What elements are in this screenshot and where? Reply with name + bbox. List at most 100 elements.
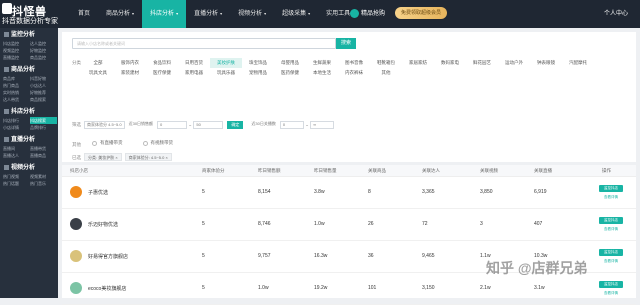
sidebar-item[interactable]: 抖店排行: [3, 117, 30, 124]
view-detail-link[interactable]: 查看详情: [604, 259, 618, 264]
sidebar-item[interactable]: 达人带货: [3, 96, 30, 103]
sidebar-item[interactable]: 热门音乐: [30, 180, 57, 187]
shop-name[interactable]: 子惠优选: [88, 189, 108, 196]
category-item[interactable]: 日用百货: [178, 58, 210, 68]
sales-confirm-button[interactable]: 确定: [227, 121, 244, 129]
sidebar-item[interactable]: 直播带货: [30, 145, 57, 152]
goods-grab-button[interactable]: 精品抢购: [350, 8, 385, 18]
category-item[interactable]: 家居家纺: [402, 58, 434, 68]
sidebar-item[interactable]: 视频监控: [3, 47, 30, 54]
score-select[interactable]: 商家体验分 4.5~5.0: [84, 121, 125, 129]
category-item[interactable]: 图书音像: [338, 58, 370, 68]
sidebar-item-active[interactable]: 抖店搜索: [30, 117, 57, 124]
sales-from-input[interactable]: 0: [157, 121, 188, 129]
category-item[interactable]: 运动户外: [498, 58, 530, 68]
sidebar-item[interactable]: 直播商品: [30, 152, 57, 159]
category-item[interactable]: 全部: [82, 58, 114, 68]
nav-goods-analysis[interactable]: 商品分析 ▾: [98, 0, 142, 28]
col-score[interactable]: 商家体验分: [202, 168, 225, 174]
category-item[interactable]: 宠物用品: [242, 68, 274, 78]
col-videos[interactable]: 关联视频: [480, 168, 498, 174]
view-detail-link[interactable]: 查看详情: [604, 291, 618, 296]
view-detail-link[interactable]: 查看详情: [604, 227, 618, 232]
category-item[interactable]: 生鲜蔬果: [306, 58, 338, 68]
search-button[interactable]: 搜索: [336, 38, 356, 49]
nav-live-analysis[interactable]: 直播分析 ▾: [186, 0, 230, 28]
chevron-down-icon: ▾: [220, 11, 223, 16]
col-volume[interactable]: 昨日销售量: [314, 168, 337, 174]
monitor-shop-button[interactable]: 监控抖店: [599, 249, 623, 256]
sidebar-item[interactable]: 小店详情: [3, 124, 30, 131]
nav-shop-analysis[interactable]: 抖店分析 ▾: [142, 0, 187, 28]
brand[interactable]: 抖怪兽 抖音数据分析专家: [0, 0, 62, 28]
fans-to-input[interactable]: ∞: [310, 121, 335, 129]
table-row[interactable]: 子惠优选 5 8,154 3.8w 8 3,365 3,850 6,919 监控抖店 查看详情: [62, 177, 636, 209]
sidebar-item[interactable]: 直播间: [3, 145, 30, 152]
sidebar-item[interactable]: 小店达人: [30, 82, 57, 89]
category-item[interactable]: 汽配摩托: [562, 58, 594, 68]
category-item[interactable]: 玩具乐器: [210, 68, 242, 78]
sidebar-item[interactable]: 直播达人: [3, 152, 30, 159]
sales-to-input[interactable]: 50: [193, 121, 224, 129]
sidebar-item[interactable]: 视频素材: [30, 173, 57, 180]
view-detail-link[interactable]: 查看详情: [604, 195, 618, 200]
sidebar-item[interactable]: 实时热销: [3, 89, 30, 96]
selected-tag[interactable]: 商家体验分: 4.5~5.0 ×: [124, 153, 172, 161]
col-sales[interactable]: 昨日销售额: [258, 168, 281, 174]
sidebar-item[interactable]: 好物监控: [30, 47, 57, 54]
category-item[interactable]: 食品饮料: [146, 58, 178, 68]
video-selling-radio[interactable]: 有视频带货: [142, 140, 173, 146]
category-item[interactable]: 服饰内衣: [114, 58, 146, 68]
category-item[interactable]: 鲜花园艺: [466, 58, 498, 68]
col-goods[interactable]: 关联商品: [368, 168, 386, 174]
live-selling-radio[interactable]: 有直播带货: [92, 140, 123, 146]
category-item[interactable]: 美妆护肤: [210, 58, 242, 68]
sidebar-item[interactable]: 热门商品: [3, 82, 30, 89]
category-item[interactable]: 鞋靴箱包: [370, 58, 402, 68]
other-label: 其他: [72, 142, 81, 147]
sidebar-item[interactable]: 商品监控: [30, 54, 57, 61]
fans-from-input[interactable]: 0: [279, 121, 304, 129]
category-item[interactable]: 家用电器: [178, 68, 210, 78]
category-item[interactable]: 数码家电: [434, 58, 466, 68]
shop-name[interactable]: 乐迈好物优选: [88, 221, 118, 228]
monitor-shop-button[interactable]: 监控抖店: [599, 217, 623, 224]
sidebar-item[interactable]: 品牌排行: [30, 124, 57, 131]
sidebar-item[interactable]: 商品搜索: [30, 96, 57, 103]
col-talents[interactable]: 关联达人: [422, 168, 440, 174]
category-item[interactable]: 珠宝饰品: [242, 58, 274, 68]
sidebar-item[interactable]: 商品库: [3, 75, 30, 82]
selected-tag[interactable]: 分类: 美妆护肤 ×: [84, 153, 122, 161]
monitor-shop-button[interactable]: 监控抖店: [599, 281, 623, 288]
shop-name[interactable]: 好易得官方旗舰店: [88, 253, 128, 260]
category-item[interactable]: 医疗保健: [146, 68, 178, 78]
category-item[interactable]: 医药保健: [274, 68, 306, 78]
nav-video-analysis[interactable]: 视频分析 ▾: [230, 0, 274, 28]
search-input[interactable]: 请输入小店名称或者关键词: [72, 38, 336, 49]
nav-home[interactable]: 首页: [70, 0, 98, 28]
shop-name[interactable]: ecoco美妆旗舰店: [88, 285, 126, 292]
sidebar-item[interactable]: 直播监控: [3, 54, 30, 61]
shop-avatar: [70, 250, 82, 262]
sidebar-item[interactable]: 达人监控: [30, 40, 57, 47]
sidebar-item[interactable]: 抖音好物: [30, 75, 57, 82]
sidebar-item[interactable]: 好物推荐: [30, 89, 57, 96]
sidebar-item[interactable]: 抖店监控: [3, 40, 30, 47]
category-item[interactable]: 母婴用品: [274, 58, 306, 68]
monitor-shop-button[interactable]: 监控抖店: [599, 185, 623, 192]
nav-super-collect[interactable]: 超级采集 ▾: [274, 0, 318, 28]
category-item[interactable]: 其他: [370, 68, 402, 78]
table-row[interactable]: 乐迈好物优选 5 8,746 1.0w 26 72 3 407 监控抖店 查看详情: [62, 209, 636, 241]
category-item[interactable]: 家装建材: [114, 68, 146, 78]
sidebar-item[interactable]: 热门话题: [3, 180, 30, 187]
cell-videos: 3,850: [480, 189, 493, 195]
user-center-link[interactable]: 个人中心: [604, 8, 628, 17]
col-lives[interactable]: 关联直播: [534, 168, 552, 174]
category-item[interactable]: 钟表眼镜: [530, 58, 562, 68]
vip-button[interactable]: 免费领取超级会员: [395, 7, 448, 19]
category-item[interactable]: 玩具文具: [82, 68, 114, 78]
cell-talents: 72: [422, 221, 428, 227]
sidebar-item[interactable]: 热门视频: [3, 173, 30, 180]
category-item[interactable]: 本地生活: [306, 68, 338, 78]
category-item[interactable]: 内衣裤袜: [338, 68, 370, 78]
